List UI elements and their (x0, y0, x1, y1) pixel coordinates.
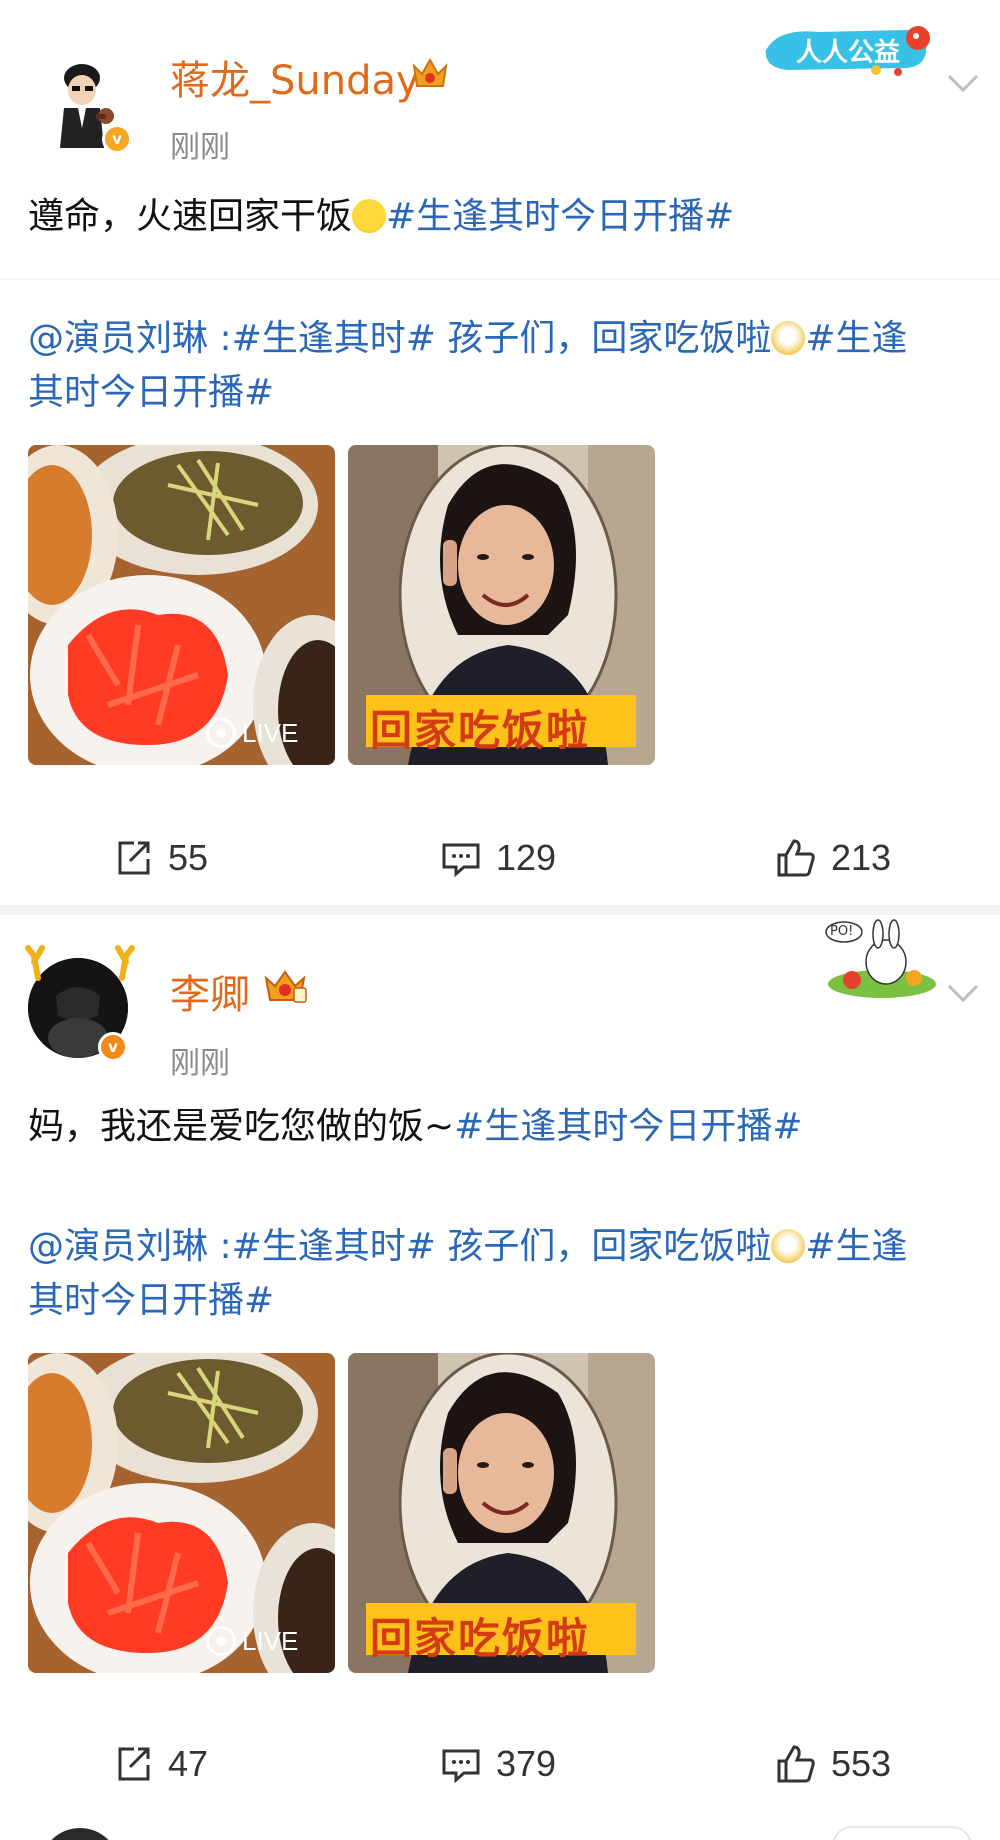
emoji-icon (771, 321, 806, 355)
like-count: 213 (831, 837, 892, 878)
weibo-post: v 李卿 刚刚 PO! 妈，我还是爱吃您做的饭~#生逢其时今日开播# @演员刘琳… (0, 908, 1000, 1840)
chevron-down-icon[interactable] (943, 68, 983, 98)
chevron-down-icon[interactable] (943, 978, 983, 1008)
verified-badge-icon: v (98, 1032, 128, 1062)
charity-badge-label: 人人公益 (796, 38, 901, 68)
comment-icon (442, 843, 480, 878)
post-image-food[interactable]: LIVE (28, 445, 335, 765)
live-label: LIVE (242, 717, 299, 748)
repost-icon (118, 841, 150, 875)
mention-link[interactable]: @演员刘琳 (28, 1226, 208, 1267)
live-icon (206, 718, 236, 748)
comment-count: 129 (496, 837, 557, 878)
crying-face-emoji-icon (352, 199, 387, 233)
action-bar: 55 129 213 (0, 828, 1000, 888)
member-crown-icon (410, 56, 450, 90)
divider (0, 278, 1000, 280)
emoji-icon (771, 1229, 806, 1263)
quote-body: :#生逢其时# 孩子们，回家吃饭啦 (208, 318, 772, 359)
follow-button[interactable] (832, 1826, 972, 1840)
weibo-post: v 蒋龙_Sunday 刚刚 人人公益 遵命，火速回家干饭 #生逢其时今日开播# … (0, 0, 1000, 905)
sticker-bubble-text: PO! (830, 924, 854, 939)
next-post-partial (0, 1820, 1000, 1840)
repost-count: 55 (168, 837, 209, 878)
post-time: 刚刚 (170, 130, 230, 165)
post-text: 妈，我还是爱吃您做的饭~#生逢其时今日开播# (28, 1100, 803, 1154)
avatar[interactable] (40, 1828, 120, 1840)
post-time: 刚刚 (170, 1046, 230, 1081)
post-image-meme[interactable]: 回家吃饭啦 (348, 445, 655, 765)
quote-line-1: @演员刘琳 :#生逢其时# 孩子们，回家吃饭啦 #生逢 (28, 1220, 988, 1274)
thumbs-up-icon (777, 1745, 815, 1783)
rabbit-sticker-badge: PO! (822, 918, 942, 1000)
antler-decoration (24, 942, 136, 982)
live-photo-badge: LIVE (206, 1621, 298, 1661)
post-text-main: 妈，我还是爱吃您做的饭~ (28, 1106, 455, 1147)
member-crown-icon (262, 968, 308, 1003)
mention-link[interactable]: @演员刘琳 (28, 318, 208, 359)
live-photo-badge: LIVE (206, 713, 298, 753)
topic-tag-link[interactable]: #生逢其时今日开播# (386, 196, 734, 237)
username[interactable]: 蒋龙_Sunday (170, 48, 420, 106)
quote-line-2[interactable]: 其时今日开播# (28, 1274, 988, 1328)
quoted-post-text[interactable]: @演员刘琳 :#生逢其时# 孩子们，回家吃饭啦 #生逢 其时今日开播# (28, 312, 988, 420)
charity-badge: 人人公益 (758, 20, 938, 78)
image-caption: 回家吃饭啦 (370, 1614, 591, 1663)
quote-body: :#生逢其时# 孩子们，回家吃饭啦 (208, 1226, 772, 1267)
comment-button[interactable]: 129 (440, 828, 556, 888)
action-bar: 47 379 553 (0, 1734, 1000, 1794)
quote-tag-part[interactable]: #生逢 (805, 1226, 907, 1267)
thumbs-up-icon (777, 839, 815, 877)
live-icon (206, 1626, 236, 1656)
like-button[interactable]: 213 (775, 828, 891, 888)
topic-tag-link[interactable]: #生逢其时今日开播# (454, 1106, 802, 1147)
post-image-meme[interactable]: 回家吃饭啦 (348, 1353, 655, 1673)
username[interactable]: 李卿 (170, 962, 250, 1020)
repost-button[interactable]: 47 (112, 1734, 208, 1794)
like-count: 553 (831, 1743, 892, 1784)
image-caption: 回家吃饭啦 (370, 706, 591, 755)
repost-button[interactable]: 55 (112, 828, 208, 888)
comment-count: 379 (496, 1743, 557, 1784)
quote-line-1: @演员刘琳 :#生逢其时# 孩子们，回家吃饭啦 #生逢 (28, 312, 988, 366)
post-image-food[interactable]: LIVE (28, 1353, 335, 1673)
post-text: 遵命，火速回家干饭 #生逢其时今日开播# (28, 190, 734, 244)
verified-badge-icon: v (102, 124, 132, 154)
quote-tag-part[interactable]: #生逢 (805, 318, 907, 359)
quoted-post-text[interactable]: @演员刘琳 :#生逢其时# 孩子们，回家吃饭啦 #生逢 其时今日开播# (28, 1220, 988, 1328)
repost-count: 47 (168, 1743, 209, 1784)
repost-icon (118, 1747, 150, 1781)
live-label: LIVE (242, 1625, 299, 1656)
post-text-main: 遵命，火速回家干饭 (28, 196, 353, 237)
comment-button[interactable]: 379 (440, 1734, 556, 1794)
quote-line-2[interactable]: 其时今日开播# (28, 366, 988, 420)
comment-icon (442, 1749, 480, 1784)
like-button[interactable]: 553 (775, 1734, 891, 1794)
